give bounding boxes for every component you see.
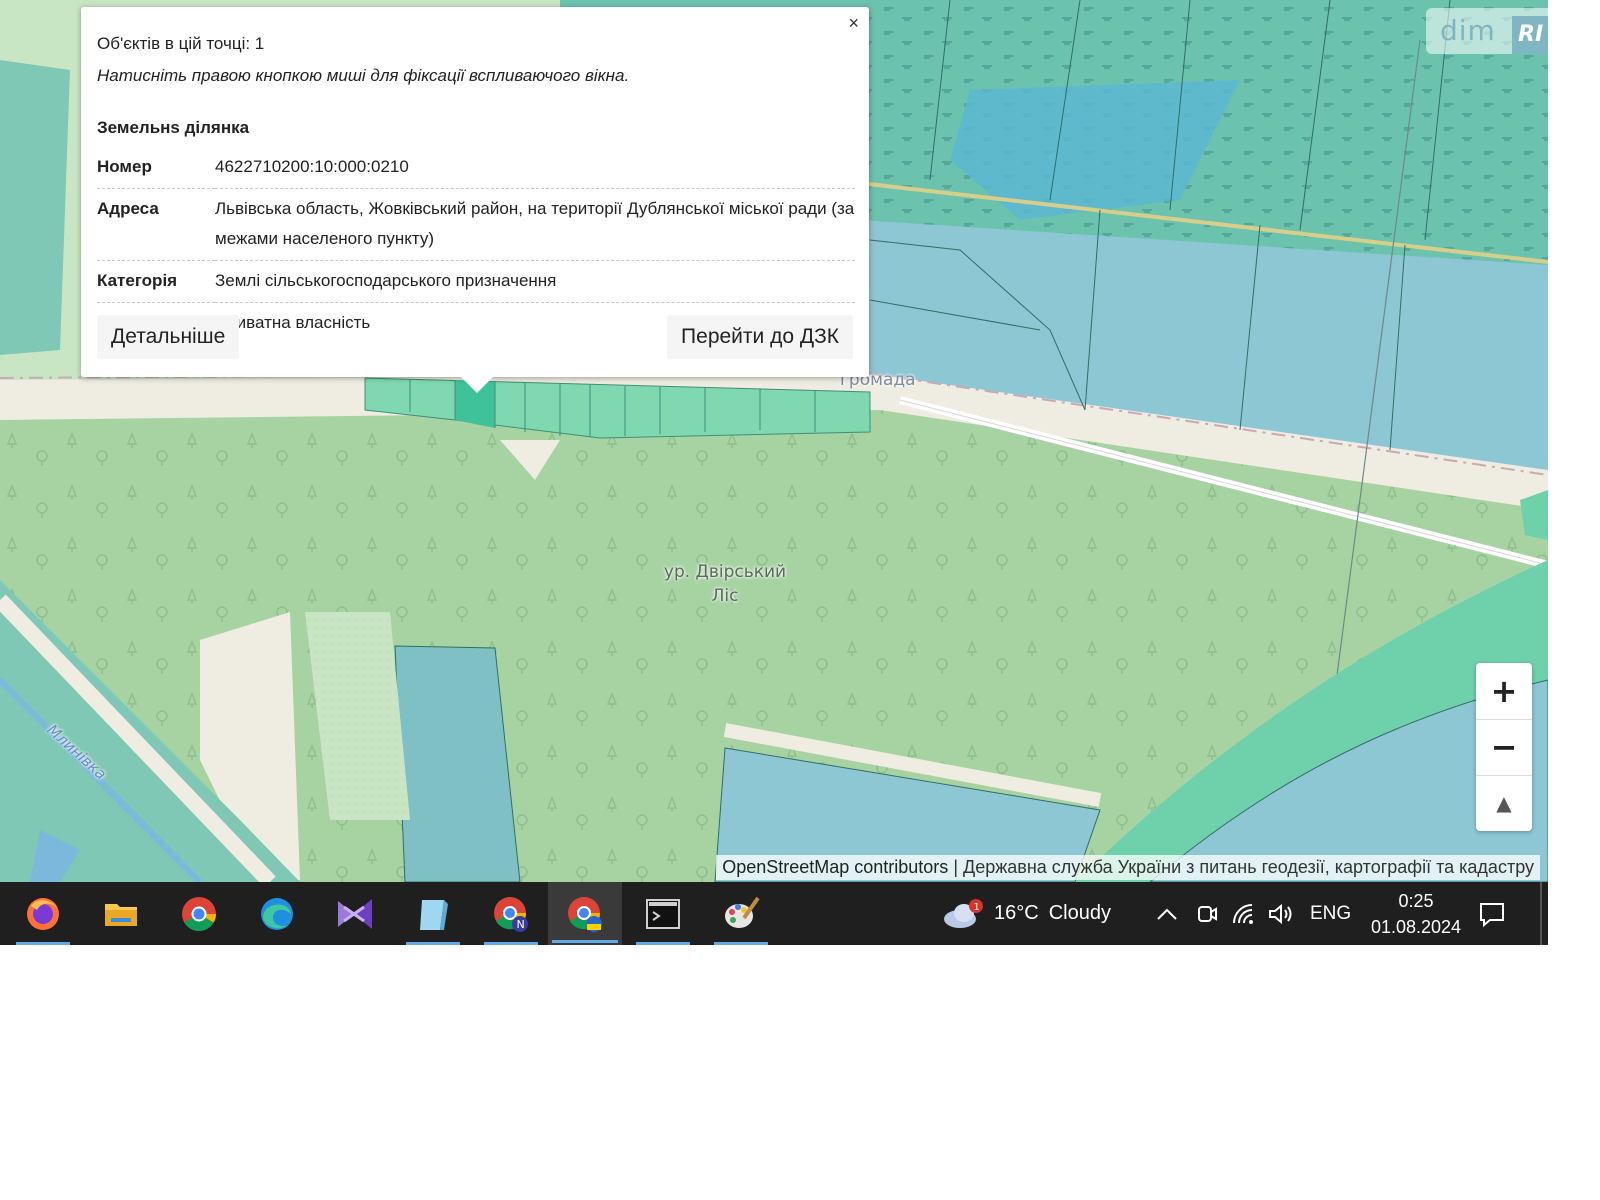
speaker-icon: [1269, 903, 1292, 924]
close-icon[interactable]: ×: [848, 13, 859, 34]
wifi-icon: [1233, 903, 1253, 924]
visual-studio-icon: [338, 899, 372, 929]
volume-button[interactable]: [1268, 882, 1294, 945]
map-view[interactable]: ур. Двірський Ліс Млинівка громада dim R…: [0, 0, 1548, 882]
firefox-icon: [27, 898, 59, 930]
attr-value: 4622710200:10:000:0210: [215, 147, 855, 189]
attr-label: Адреса: [97, 188, 215, 261]
table-row: Категорія Землі сільськогосподарського п…: [97, 260, 855, 303]
forest-name-label: ур. Двірський Ліс: [663, 562, 787, 606]
attr-value: Львівська область, Жовківський район, на…: [215, 188, 855, 261]
map-attribution: OpenStreetMap contributors | Державна сл…: [716, 855, 1540, 880]
details-button[interactable]: Детальніше: [97, 315, 240, 359]
notifications-button[interactable]: [1478, 882, 1506, 945]
file-explorer-icon: [105, 904, 137, 926]
taskbar-visual-studio[interactable]: [324, 890, 386, 938]
zoom-in-button[interactable]: +: [1476, 663, 1532, 720]
attr-value: Землі сільськогосподарського призначення: [215, 260, 855, 303]
clock[interactable]: 0:25 01.08.2024: [1370, 888, 1462, 940]
camera-icon: [1198, 905, 1217, 922]
zoom-out-button[interactable]: −: [1476, 719, 1532, 776]
weather-widget[interactable]: 1 16°C Cloudy: [942, 882, 1111, 945]
language-indicator[interactable]: ENG: [1310, 882, 1351, 945]
taskbar-chrome[interactable]: [168, 890, 230, 938]
objects-count-text: Об'єктів в цій точці: 1: [97, 34, 265, 53]
network-button[interactable]: [1232, 882, 1256, 945]
chrome-ukraine-icon: [568, 896, 602, 932]
edge-icon: [261, 898, 293, 930]
notification-icon: [1480, 902, 1504, 927]
paint-icon: [725, 896, 760, 928]
compass-icon: ▲: [1496, 791, 1512, 815]
osm-attribution-link[interactable]: OpenStreetMap contributors: [722, 857, 948, 877]
taskbar-chrome-ukraine[interactable]: [548, 882, 622, 945]
taskbar-edge[interactable]: [246, 890, 308, 938]
taskbar-terminal[interactable]: [632, 890, 694, 945]
chrome-profile-n-icon: N: [494, 897, 528, 932]
weather-badge-count: 1: [974, 902, 980, 913]
taskbar-paint[interactable]: [710, 890, 772, 945]
dim-ria-logo[interactable]: dim RI: [1426, 8, 1548, 54]
cadastre-attribution: Державна служба України з питань геодезі…: [963, 857, 1534, 877]
weather-temp: 16°C: [994, 902, 1039, 924]
open-indicator: [406, 942, 460, 945]
show-desktop-button[interactable]: [1540, 882, 1542, 945]
attribution-separator: |: [948, 857, 963, 877]
cloud-icon: 1: [944, 898, 983, 928]
taskbar-notepad[interactable]: [402, 890, 464, 945]
taskbar-chrome-profile-n[interactable]: N: [480, 890, 542, 945]
attr-label: Номер: [97, 147, 215, 189]
open-indicator: [484, 942, 538, 945]
clock-date: 01.08.2024: [1370, 917, 1462, 937]
zoom-controls: + − ▲: [1476, 663, 1532, 831]
taskbar-firefox[interactable]: [12, 890, 74, 945]
show-hidden-icons-button[interactable]: [1156, 882, 1178, 945]
table-row: Адреса Львівська область, Жовківський ра…: [97, 188, 855, 261]
profile-badge-letter: N: [517, 918, 525, 931]
terminal-icon: [646, 899, 680, 929]
screen: ур. Двірський Ліс Млинівка громада dim R…: [0, 0, 1548, 945]
clock-time: 0:25: [1398, 891, 1434, 911]
open-indicator: [552, 940, 618, 943]
windows-taskbar: N 1 16°C Cloudy ENG 0:25 01.08.2024: [0, 882, 1548, 945]
popup-hint-text: Натисніть правою кнопкою миші для фіксац…: [97, 66, 630, 85]
attr-label: Категорія: [97, 260, 215, 303]
taskbar-explorer[interactable]: [90, 890, 152, 938]
popup-tip: [461, 377, 493, 393]
chevron-up-icon: [1157, 908, 1177, 920]
parcel-info-popup: × Об'єктів в цій точці: 1 Натисніть прав…: [81, 7, 869, 393]
table-row: Номер 4622710200:10:000:0210: [97, 147, 855, 189]
open-indicator: [714, 942, 768, 945]
section-title: Земельнs ділянка: [97, 118, 250, 137]
open-indicator: [636, 942, 690, 945]
chrome-icon: [182, 897, 216, 931]
notepad-icon: [420, 900, 448, 930]
north-reset-button[interactable]: ▲: [1476, 775, 1532, 831]
goto-dzk-button[interactable]: Перейти до ДЗК: [667, 315, 853, 359]
meet-now-button[interactable]: [1196, 882, 1218, 945]
open-indicator: [16, 942, 70, 945]
weather-condition: Cloudy: [1048, 902, 1111, 924]
